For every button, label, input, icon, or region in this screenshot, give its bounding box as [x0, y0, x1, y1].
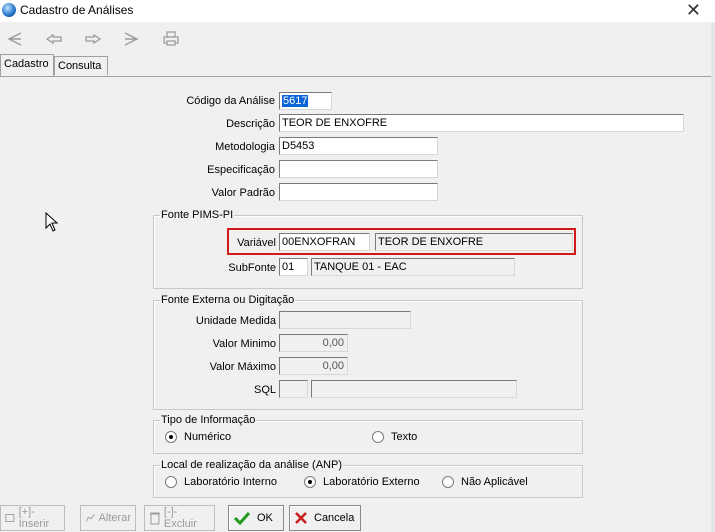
- sql-code-field: [279, 380, 308, 398]
- unidade-label: Unidade Medida: [195, 315, 276, 327]
- fonte-pims-legend: Fonte PIMS-PI: [160, 209, 235, 221]
- edit-icon: [85, 514, 95, 522]
- app-icon: [2, 3, 16, 17]
- codigo-value: 5617: [282, 95, 309, 107]
- valor-minimo-field: 0,00: [279, 334, 348, 352]
- radio-laboratorio-externo[interactable]: Laboratório Externo: [304, 476, 420, 488]
- mouse-cursor-icon: [45, 212, 59, 232]
- cancela-button[interactable]: Cancela: [289, 505, 361, 531]
- navigation-toolbar: [0, 24, 715, 54]
- close-icon[interactable]: ✕: [686, 0, 701, 20]
- tab-strip: Cadastro Consulta: [0, 54, 715, 76]
- action-bar: [+]-Inserir Alterar [-]-Excluir OK Cance…: [0, 503, 715, 532]
- metodologia-label: Metodologia: [215, 141, 275, 153]
- cancel-x-icon: [295, 512, 307, 524]
- radio-texto-circle[interactable]: [372, 431, 384, 443]
- subfonte-label: SubFonte: [228, 262, 276, 274]
- subfonte-desc-field: TANQUE 01 - EAC: [311, 258, 515, 276]
- variavel-highlight-box: [227, 228, 576, 255]
- especificacao-label: Especificação: [207, 164, 275, 176]
- valor-maximo-label: Valor Máximo: [209, 361, 276, 373]
- window: Cadastro de Análises ✕ Cadastro Consulta…: [0, 0, 715, 532]
- radio-laboratorio-externo-circle[interactable]: [304, 476, 316, 488]
- subfonte-code-field[interactable]: 01: [279, 258, 308, 276]
- ok-button[interactable]: OK: [228, 505, 284, 531]
- radio-laboratorio-interno-label: Laboratório Interno: [184, 476, 277, 488]
- radio-nao-aplicavel-circle[interactable]: [442, 476, 454, 488]
- inserir-label: [+]-Inserir: [18, 506, 50, 530]
- radio-texto[interactable]: Texto: [372, 431, 417, 443]
- window-title: Cadastro de Análises: [20, 3, 134, 17]
- radio-laboratorio-externo-label: Laboratório Externo: [323, 476, 420, 488]
- next-record-icon[interactable]: [84, 30, 102, 48]
- sql-desc-field: [311, 380, 517, 398]
- valor-maximo-field: 0,00: [279, 357, 348, 375]
- fonte-externa-legend: Fonte Externa ou Digitação: [160, 294, 296, 306]
- prev-record-icon[interactable]: [45, 30, 63, 48]
- metodologia-field[interactable]: D5453: [279, 137, 438, 155]
- last-record-icon[interactable]: [122, 30, 140, 48]
- tipo-informacao-legend: Tipo de Informação: [160, 414, 257, 426]
- descricao-field[interactable]: TEOR DE ENXOFRE: [279, 114, 684, 132]
- codigo-field[interactable]: 5617: [279, 92, 332, 110]
- print-icon[interactable]: [162, 30, 180, 48]
- tab-cadastro[interactable]: Cadastro: [0, 54, 54, 76]
- trash-icon: [149, 512, 160, 525]
- radio-numerico-circle[interactable]: [165, 431, 177, 443]
- radio-numerico[interactable]: Numérico: [165, 431, 231, 443]
- ok-label: OK: [257, 512, 273, 524]
- valor-minimo-label: Valor Minimo: [212, 338, 276, 350]
- title-bar: Cadastro de Análises ✕: [0, 0, 715, 22]
- unidade-field: [279, 311, 411, 329]
- sql-label: SQL: [253, 384, 276, 396]
- radio-texto-label: Texto: [391, 431, 418, 443]
- alterar-button[interactable]: Alterar: [80, 505, 136, 531]
- especificacao-field[interactable]: [279, 160, 438, 178]
- right-edge: [711, 22, 715, 532]
- descricao-label: Descrição: [226, 118, 275, 130]
- alterar-label: Alterar: [98, 512, 131, 524]
- tab-consulta[interactable]: Consulta: [54, 56, 108, 75]
- radio-numerico-label: Numérico: [184, 431, 232, 443]
- excluir-button[interactable]: [-]-Excluir: [144, 505, 215, 531]
- radio-nao-aplicavel[interactable]: Não Aplicável: [442, 476, 528, 488]
- inserir-button[interactable]: [+]-Inserir: [0, 505, 65, 531]
- cancela-label: Cancela: [314, 512, 355, 524]
- excluir-label: [-]-Excluir: [163, 506, 197, 530]
- radio-nao-aplicavel-label: Não Aplicável: [461, 476, 528, 488]
- radio-laboratorio-interno[interactable]: Laboratório Interno: [165, 476, 277, 488]
- tab-divider: [0, 76, 715, 77]
- local-analise-legend: Local de realização da análise (ANP): [160, 459, 343, 471]
- radio-laboratorio-interno-circle[interactable]: [165, 476, 177, 488]
- codigo-label: Código da Análise: [186, 95, 275, 107]
- valor-padrao-label: Valor Padrão: [211, 187, 275, 199]
- first-record-icon[interactable]: [6, 30, 24, 48]
- valor-padrao-field[interactable]: [279, 183, 438, 201]
- checkmark-icon: [233, 511, 251, 525]
- insert-icon: [5, 514, 15, 522]
